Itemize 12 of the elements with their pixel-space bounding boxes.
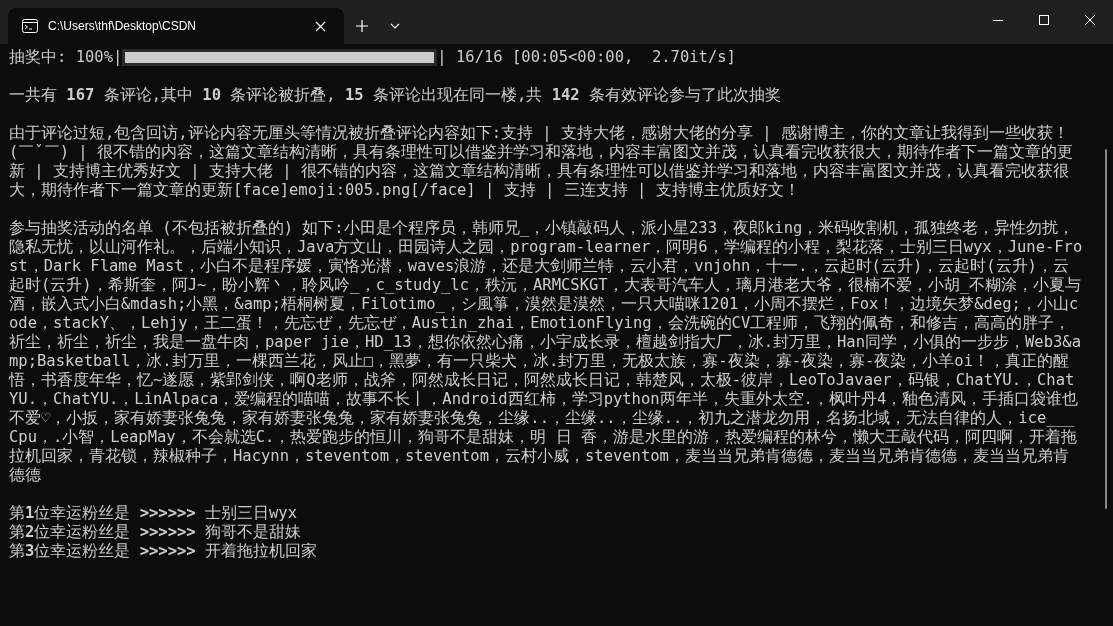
winner-line: 第2位幸运粉丝是 >>>>>> 狗哥不是甜妹 xyxy=(9,523,302,541)
progress-label: 抽奖中: 100%| xyxy=(9,48,123,67)
terminal-icon xyxy=(22,19,38,33)
scrollbar[interactable] xyxy=(1105,149,1107,509)
tab-title: C:\Users\thf\Desktop\CSDN xyxy=(48,19,198,33)
progress-stats: | 16/16 [00:05<00:00, 2.70it/s] xyxy=(437,48,736,67)
folded-comments-text: 由于评论过短,包含回访,评论内容无厘头等情况被折叠评论内容如下:支持 | 支持大佬，感谢大佬的分享 | 感谢博主，你的文章让我得到一些收获！(￣ˇ￣) | 很不错的内容，这篇文章结构清晰，具有条理性可以借鉴并学习和落地，内容丰富图文并茂，认真看完收获很大，期待作者下一篇文章的更新 | 支持博主优秀好文 | 支持大佬 | 很不错的内容，这篇文章结构清晰，具有条理性可以借鉴并学习和落地，内容丰富图文并茂，认真看完收获很大，期待作者下一篇文章的更新[face]emoji:005.png[/face] | 支持 | 三连支持 | 支持博主优质好文！ xyxy=(9,124,1073,199)
winner-line: 第1位幸运粉丝是 >>>>>> 士别三日wyx xyxy=(9,504,297,522)
summary-text: 一共有 167 条评论,其中 10 条评论被折叠, 15 条评论出现在同一楼,共 142 条有效评论参与了此次抽奖 xyxy=(9,86,782,104)
participants-text: 参与抽奖活动的名单 (不包括被折叠的) 如下:小田是个程序员，韩师兄_，小镇敲码人，派小星233，夜郎king，米码收割机，孤独终老，异性勿扰，隐私无忧，以山河作礼。，后端小知识，Java方文山，田园诗人之园，program-learner，阿明6，学编程的小程，梨花落，士别三日wyx，June-Frost，Dark Flame Mast，小白不是程序媛，寅恪光潜，waves浪游，还是大剑师兰特，云小君，vnjohn，十一.，云起时(云升)，云起时(云升)，云起时(云升)，希斯奎，阿J~，盼小辉丶，聆风吟_，c_study_lc，秩沅，ARMCSKGT，大表哥汽车人，璃月港老大爷，很楠不爱，小胡_不糊涂，小夏与酒，嵌入式小白&mdash;小黑，&amp;梧桐树夏，Filotimo_，シ風箏，漠然是漠然，一只大喵咪1201，小周不摆烂，Fox！，边境矢梦&deg;，小山code，stackY、，Lehjy，王二蛋！，先忘ぜ，先忘ぜ，Austin_zhai，EmotionFlying，会洗碗的CV工程师，飞翔的佩奇，和修吉，高高的胖子，祈尘，祈尘，祈尘，我是一盘牛肉，paper jie，HD_13，想你依然心痛，小宇成长录，檀越剑指大厂，冰.封万里，Han同学，小俱的一步步，Web3&amp;Basketball，冰.封万里，一棵西兰花，风止□，黑夢，有一只柴犬，冰.封万里，无极太族，寡-夜染，寡-夜染，寡-夜染，小羊oi！，真正的醒悟，书香度年华，忆~遂愿，紫郢剑侠，啊Q老师，战斧，阿然成长日记，阿然成长日记，韩楚风，太极-彼岸，LeoToJavaer，码银，ChatYU.，ChatYU.，ChatYU.，LinAlpaca，爱编程的喵喵，故事不长丨，Android西红柿，学习python两年半，失重外太空.，枫叶丹4，釉色清风，手插口袋谁也不爱♡，小扳，家有娇妻张兔兔，家有娇妻张兔兔，家有娇妻张兔兔，尘缘..，尘缘..，尘缘..，初九之潜龙勿用，名扬北域，无法自律的人，ice___Cpu，.小智，LeapMay，不会就选C.，热爱跑步的恒川，狗哥不是甜妹，明 日 香，游是水里的游，热爱编程的林兮，懒大王敲代码，阿四啊，开着拖拉机回家，青花锁，辣椒种子，Hacynn，steventom，steventom，云村小威，steventom，麦当当兄弟肯德德，麦当当兄弟肯德德，麦当当兄弟肯德德 xyxy=(9,219,1083,484)
terminal-tab[interactable]: C:\Users\thf\Desktop\CSDN xyxy=(8,8,344,44)
winner-line: 第3位幸运粉丝是 >>>>>> 开着拖拉机回家 xyxy=(9,542,318,560)
